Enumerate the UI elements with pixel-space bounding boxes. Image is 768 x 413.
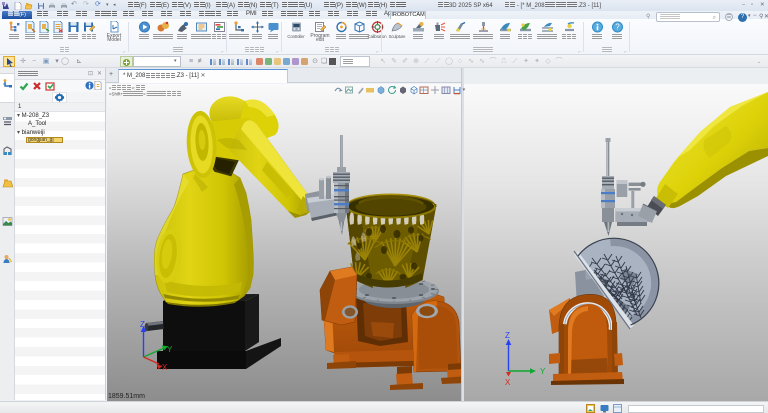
svg-text:?: ?	[615, 23, 620, 32]
svg-text:X: X	[505, 378, 511, 387]
svg-text:Z: Z	[505, 331, 510, 340]
svg-text:X: X	[162, 363, 168, 372]
svg-text:Z: Z	[140, 320, 145, 329]
svg-text:1859.51mm: 1859.51mm	[108, 393, 145, 400]
svg-text:Y: Y	[540, 367, 546, 376]
svg-text:Y: Y	[167, 345, 173, 354]
